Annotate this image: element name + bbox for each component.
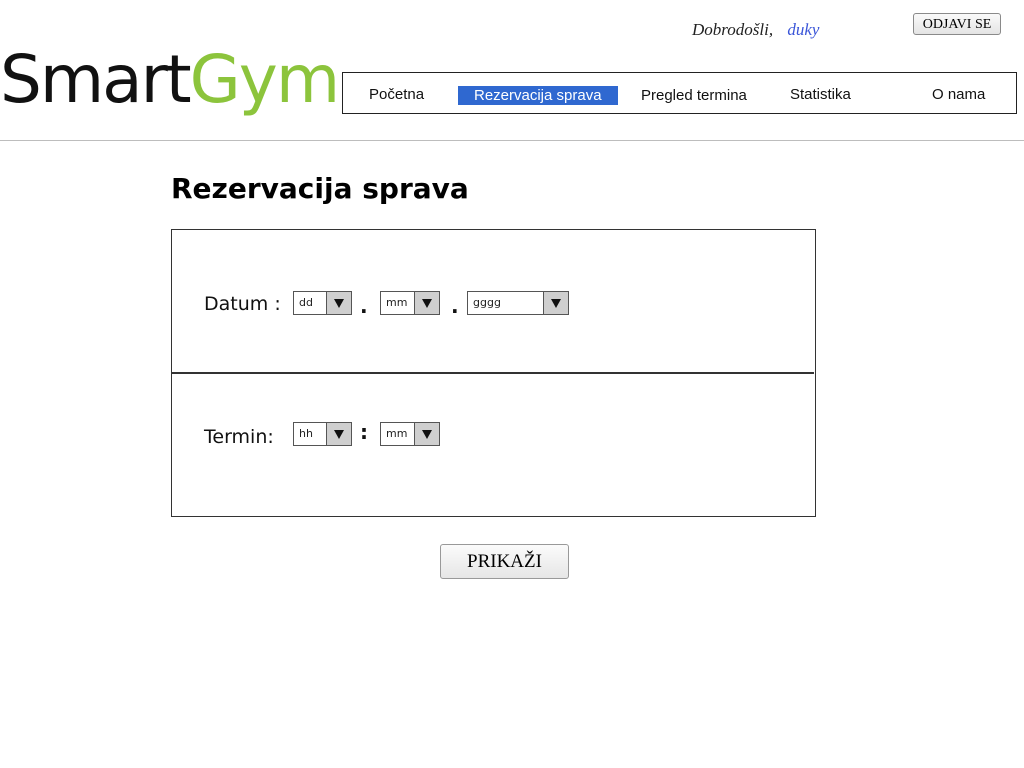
- logo-gym: Gym: [189, 41, 340, 118]
- logout-button[interactable]: ODJAVI SE: [913, 13, 1001, 35]
- nav-item-pregled-termina[interactable]: Pregled termina: [641, 87, 747, 104]
- hour-select-value: hh: [299, 427, 313, 440]
- month-select-value: mm: [386, 296, 408, 309]
- show-button[interactable]: PRIKAŽI: [440, 544, 569, 579]
- nav-item-rezervacija-sprava[interactable]: Rezervacija sprava: [458, 86, 618, 105]
- time-separator: :: [360, 420, 368, 444]
- username: duky: [787, 20, 820, 39]
- date-label: Datum :: [204, 293, 281, 315]
- main-navigation: Početna Rezervacija sprava Pregled termi…: [342, 72, 1017, 114]
- header-divider: [0, 140, 1024, 141]
- year-select-value: gggg: [473, 296, 501, 309]
- nav-item-pocetna[interactable]: Početna: [369, 86, 424, 103]
- chevron-down-icon: [414, 423, 439, 445]
- logo-smart: Smart: [0, 41, 192, 118]
- chevron-down-icon: [414, 292, 439, 314]
- date-separator: .: [360, 294, 368, 318]
- logo: SmartGym: [0, 40, 340, 120]
- nav-item-statistika[interactable]: Statistika: [790, 86, 851, 103]
- minute-select-value: mm: [386, 427, 408, 440]
- day-select[interactable]: dd: [293, 291, 352, 315]
- year-select[interactable]: gggg: [467, 291, 569, 315]
- hour-select[interactable]: hh: [293, 422, 352, 446]
- minute-select[interactable]: mm: [380, 422, 440, 446]
- reservation-form: Datum : dd . mm . gggg Termin: hh : mm: [171, 229, 816, 517]
- welcome-text: Dobrodošli,: [692, 20, 774, 39]
- month-select[interactable]: mm: [380, 291, 440, 315]
- welcome-message: Dobrodošli, duky: [692, 20, 819, 40]
- date-separator-2: .: [451, 294, 459, 318]
- chevron-down-icon: [326, 292, 351, 314]
- page-title: Rezervacija sprava: [171, 172, 469, 205]
- time-label: Termin:: [204, 426, 274, 448]
- day-select-value: dd: [299, 296, 313, 309]
- chevron-down-icon: [326, 423, 351, 445]
- form-divider: [172, 372, 814, 374]
- chevron-down-icon: [543, 292, 568, 314]
- nav-item-o-nama[interactable]: O nama: [932, 86, 985, 103]
